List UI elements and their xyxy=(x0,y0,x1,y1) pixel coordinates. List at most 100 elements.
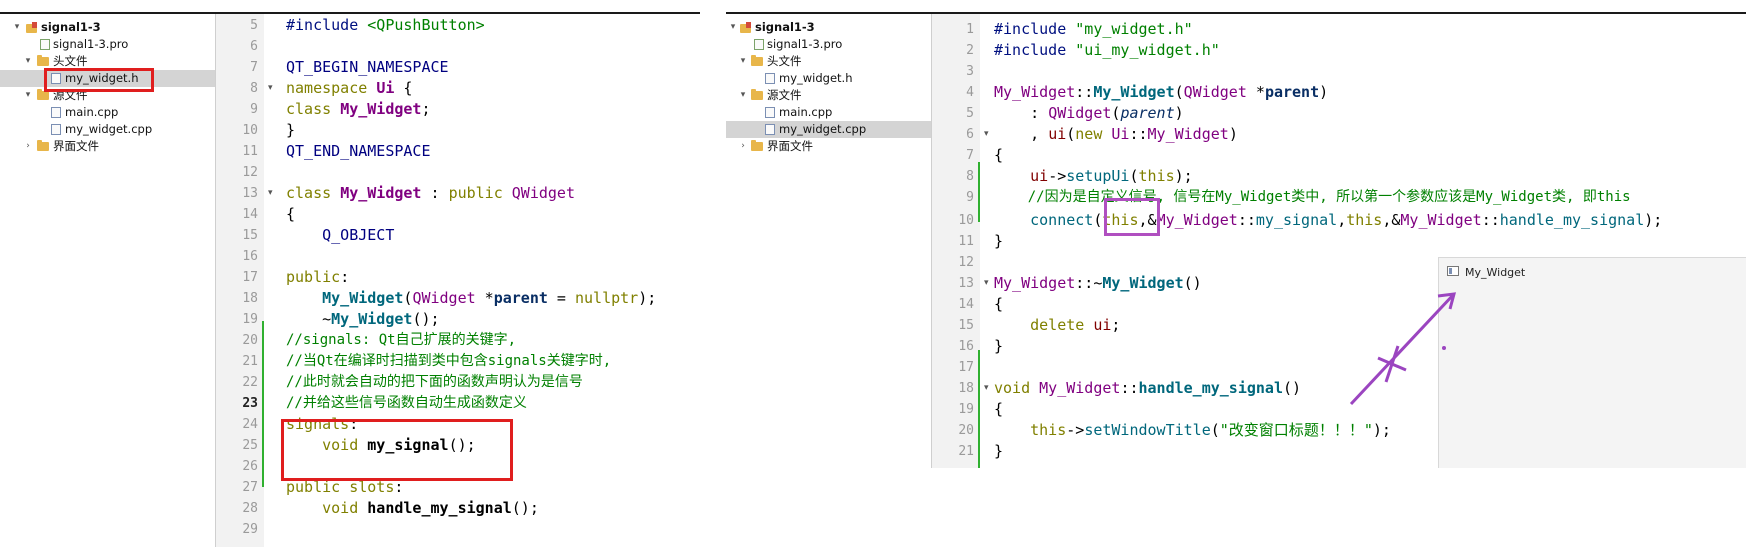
fold-arrow-icon[interactable]: ▾ xyxy=(268,183,273,204)
line-number: 19 xyxy=(242,312,258,327)
line-number: 14 xyxy=(958,297,974,312)
tree-item-my-widget-h[interactable]: my_widget.h xyxy=(726,70,931,87)
line-number: 13 xyxy=(958,276,974,291)
tree-label: signal1-3 xyxy=(755,20,815,34)
code-line-16: } xyxy=(994,336,1003,357)
line-number: 26 xyxy=(242,459,258,474)
code-token: QWidget xyxy=(1048,104,1112,122)
pro-file-icon xyxy=(754,39,764,50)
code-token: QT_BEGIN_NAMESPACE xyxy=(286,58,449,76)
code-comment: //因为是自定义信号, 信号在My_Widget类中, 所以第一个参数应该是My… xyxy=(994,189,1631,205)
code-token: } xyxy=(286,121,296,139)
header-file-highlight xyxy=(44,68,154,92)
code-line-20: this->setWindowTitle("改变窗口标题！！！"); xyxy=(994,420,1391,441)
pro-file-icon xyxy=(40,39,50,50)
code-token: } xyxy=(994,232,1004,250)
code-line-15: Q_OBJECT xyxy=(286,225,394,246)
code-token: ; xyxy=(421,100,431,118)
tree-label: signal1-3 xyxy=(41,20,101,34)
code-line-9: //因为是自定义信号, 信号在My_Widget类中, 所以第一个参数应该是My… xyxy=(994,187,1631,208)
code-token: My_Widget xyxy=(1102,274,1184,292)
fold-arrow-icon[interactable]: ▾ xyxy=(268,78,273,99)
tree-item-my-widget-cpp[interactable]: my_widget.cpp xyxy=(0,121,215,138)
code-token: delete xyxy=(1030,316,1094,334)
line-number: 14 xyxy=(242,207,258,222)
expand-arrow-icon[interactable]: › xyxy=(23,138,33,155)
line-number: 13 xyxy=(242,186,258,201)
tree-item-pro-file[interactable]: signal1-3.pro xyxy=(0,36,215,53)
collapse-arrow-icon[interactable]: ▾ xyxy=(12,19,22,36)
tree-label: my_widget.cpp xyxy=(65,122,153,136)
tree-item-sources[interactable]: ▾ 源文件 xyxy=(726,87,931,104)
tree-label: 源文件 xyxy=(767,88,802,102)
code-comment: //当Qt在编译时扫描到类中包含signals关键字时, xyxy=(286,353,612,369)
code-token: QWidget xyxy=(412,289,476,307)
code-token: handle_my_signal xyxy=(1138,379,1284,397)
code-token: public xyxy=(448,184,512,202)
code-line-18: void My_Widget::handle_my_signal() xyxy=(994,378,1301,399)
code-token: * xyxy=(475,289,494,307)
line-number: 20 xyxy=(242,333,258,348)
collapse-arrow-icon[interactable]: ▾ xyxy=(728,19,738,36)
fold-arrow-icon[interactable]: ▾ xyxy=(984,124,989,145)
line-number: 29 xyxy=(242,522,258,537)
tree-item-my-widget-cpp[interactable]: my_widget.cpp xyxy=(726,121,931,138)
line-number: 3 xyxy=(966,64,974,79)
code-line-13: My_Widget::~My_Widget() xyxy=(994,273,1202,294)
window-title: My_Widget xyxy=(1465,266,1526,279)
line-number-current: 23 xyxy=(242,396,258,411)
line-number: 16 xyxy=(958,339,974,354)
tree-item-forms[interactable]: › 界面文件 xyxy=(726,138,931,155)
collapse-arrow-icon[interactable]: ▾ xyxy=(23,53,33,70)
code-token: "my_widget.h" xyxy=(1075,20,1193,38)
code-token: (); xyxy=(412,310,440,328)
tree-item-project[interactable]: ▾ signal1-3 xyxy=(0,19,215,36)
tree-item-forms[interactable]: › 界面文件 xyxy=(0,138,215,155)
code-token: -> xyxy=(1066,421,1085,439)
code-token: { xyxy=(994,400,1004,418)
fold-arrow-icon[interactable]: ▾ xyxy=(984,273,989,294)
code-line-14: { xyxy=(994,294,1003,315)
cpp-file-icon xyxy=(51,124,61,135)
code-token: Q_OBJECT xyxy=(286,226,395,244)
line-number: 18 xyxy=(958,381,974,396)
code-token: handle_my_signal xyxy=(367,499,512,517)
code-line-8: namespace Ui { xyxy=(286,78,412,99)
tree-item-pro-file[interactable]: signal1-3.pro xyxy=(726,36,931,53)
code-token: () xyxy=(1283,379,1302,397)
line-number: 4 xyxy=(966,85,974,100)
collapse-arrow-icon[interactable]: ▾ xyxy=(738,53,748,70)
collapse-arrow-icon[interactable]: ▾ xyxy=(738,87,748,104)
code-token: ui xyxy=(1030,167,1049,185)
tree-item-project[interactable]: ▾ signal1-3 xyxy=(726,19,931,36)
line-number: 6 xyxy=(966,127,974,142)
tree-item-headers[interactable]: ▾ 头文件 xyxy=(726,53,931,70)
tree-item-main-cpp[interactable]: main.cpp xyxy=(726,104,931,121)
change-marker xyxy=(262,321,264,487)
collapse-arrow-icon[interactable]: ▾ xyxy=(23,87,33,104)
line-number: 21 xyxy=(958,444,974,459)
code-token: ( xyxy=(1174,83,1184,101)
my-widget-window[interactable]: My_Widget xyxy=(1438,257,1746,468)
line-number: 22 xyxy=(242,375,258,390)
code-token: new xyxy=(1075,125,1112,143)
code-token: (); xyxy=(511,499,539,517)
project-icon xyxy=(740,22,751,33)
code-token: My_Widget xyxy=(340,100,422,118)
code-token: My_Widget xyxy=(331,310,413,328)
change-marker xyxy=(978,162,980,222)
code-token: parent xyxy=(1264,83,1320,101)
line-number: 24 xyxy=(242,417,258,432)
line-number: 7 xyxy=(250,60,258,75)
line-number: 12 xyxy=(958,255,974,270)
code-token: My_Widget xyxy=(340,184,422,202)
code-line-9: class My_Widget; xyxy=(286,99,431,120)
code-token: ( xyxy=(1210,421,1220,439)
fold-arrow-icon[interactable]: ▾ xyxy=(984,378,989,399)
code-token: My_Widget xyxy=(1156,211,1238,229)
signals-highlight xyxy=(281,419,513,481)
expand-arrow-icon[interactable]: › xyxy=(738,138,748,155)
tree-item-main-cpp[interactable]: main.cpp xyxy=(0,104,215,121)
